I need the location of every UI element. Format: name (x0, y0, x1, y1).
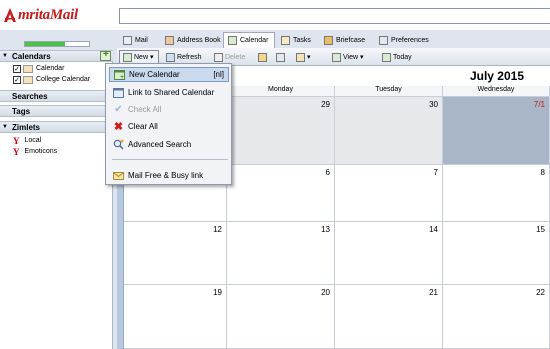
day-cell[interactable]: 29 (227, 97, 335, 165)
day-cell[interactable]: 20 (227, 285, 335, 349)
view-button[interactable]: View ▾ (329, 50, 367, 64)
calendar-color-icon (23, 64, 33, 73)
collapse-triangle-icon[interactable]: ▼ (0, 124, 10, 130)
view-icon (332, 52, 341, 62)
menu-item-mail-free-busy[interactable]: Mail Free & Busy link (109, 168, 229, 183)
preferences-icon (379, 35, 388, 45)
clear-icon: ✖ (113, 121, 124, 133)
month-title: July 2015 (469, 69, 524, 83)
logo-text: mritaMail (18, 6, 78, 23)
svg-text:+: + (120, 74, 124, 80)
advanced-search-icon (113, 139, 124, 150)
tag-icon (296, 52, 305, 62)
today-button[interactable]: Today (379, 50, 415, 64)
tasks-icon (281, 35, 290, 45)
day-cell[interactable]: 30 (335, 97, 443, 165)
day-cell[interactable]: 6 (227, 165, 335, 222)
calendar-checkbox[interactable]: ✓ (13, 64, 21, 73)
add-calendar-icon[interactable] (100, 49, 111, 61)
today-cell[interactable]: 7/1 (443, 97, 550, 165)
day-cell[interactable]: 13 (227, 222, 335, 285)
menu-item-link-shared-calendar[interactable]: Link to Shared Calendar (109, 85, 229, 100)
quota-fill (25, 42, 65, 46)
day-header: Monday (227, 86, 335, 97)
tab-preferences[interactable]: Preferences (375, 32, 437, 48)
day-header: Tuesday (335, 86, 443, 97)
zimlets-header[interactable]: ▼ Zimlets (0, 121, 113, 133)
delete-button[interactable]: Delete (211, 50, 248, 64)
calendar-item[interactable]: ✓ Calendar (0, 63, 64, 74)
print-button[interactable] (273, 50, 290, 64)
refresh-icon (166, 52, 175, 62)
menu-item-new-calendar[interactable]: + New Calendar [nl] (109, 67, 229, 82)
menu-separator (112, 159, 228, 160)
calendar-icon (228, 36, 237, 45)
calendar-checkbox[interactable]: ✓ (13, 75, 21, 84)
tab-mail[interactable]: Mail (119, 32, 159, 48)
day-cell[interactable]: 7 (335, 165, 443, 222)
new-dropdown-menu: + New Calendar [nl] Link to Shared Calen… (105, 63, 232, 185)
top-banner: mritaMail (0, 0, 550, 30)
print-icon (276, 52, 285, 62)
menu-item-advanced-search[interactable]: Advanced Search (109, 137, 229, 152)
new-button[interactable]: New ▾ (119, 50, 159, 64)
day-cell[interactable]: 19 (124, 285, 227, 349)
day-cell[interactable]: 14 (335, 222, 443, 285)
searches-header[interactable]: Searches (0, 90, 113, 102)
new-calendar-icon: + (114, 69, 125, 80)
app-logo: mritaMail (3, 5, 78, 25)
menu-item-check-all[interactable]: ✔ Check All (109, 102, 229, 117)
mail-icon (113, 170, 124, 181)
tab-briefcase[interactable]: Briefcase (320, 32, 372, 48)
mail-icon (123, 35, 132, 45)
day-cell[interactable]: 8 (443, 165, 550, 222)
calendar-color-icon (23, 75, 33, 84)
menu-item-clear-all[interactable]: ✖ Clear All (109, 119, 229, 134)
quota-bar (24, 41, 90, 47)
yahoo-icon: Y (13, 135, 20, 146)
calendars-header[interactable]: ▼ Calendars (0, 49, 113, 62)
app-tabs: Mail Address Book Calendar Tasks Briefca… (117, 32, 550, 48)
check-icon: ✔ (114, 104, 123, 115)
logo-mark-icon (3, 7, 17, 23)
tag-button[interactable]: ▾ (293, 50, 314, 64)
day-header: Wednesday (443, 86, 550, 97)
search-input[interactable] (119, 8, 550, 24)
today-icon (382, 52, 391, 62)
address-book-icon (165, 35, 174, 45)
day-cell[interactable]: 15 (443, 222, 550, 285)
briefcase-icon (324, 35, 333, 45)
zimlet-item[interactable]: Y Local (0, 135, 41, 146)
move-button[interactable] (255, 50, 272, 64)
left-pane: ▼ Calendars ✓ Calendar ✓ College Calenda… (0, 49, 113, 349)
tab-calendar[interactable]: Calendar (223, 32, 275, 48)
tags-header[interactable]: Tags (0, 105, 113, 117)
shared-calendar-icon (113, 87, 124, 98)
day-cell[interactable]: 12 (124, 222, 227, 285)
collapse-triangle-icon[interactable]: ▼ (0, 53, 10, 59)
folder-icon (258, 52, 267, 62)
delete-icon (214, 52, 223, 62)
day-cell[interactable]: 21 (335, 285, 443, 349)
tab-address-book[interactable]: Address Book (161, 32, 221, 48)
calendar-item[interactable]: ✓ College Calendar (0, 74, 90, 85)
tab-tasks[interactable]: Tasks (277, 32, 317, 48)
refresh-button[interactable]: Refresh (163, 50, 205, 64)
zimlet-item[interactable]: Y Emoticons (0, 146, 57, 157)
day-cell[interactable]: 22 (443, 285, 550, 349)
yahoo-icon: Y (13, 146, 20, 157)
new-icon (123, 52, 132, 62)
